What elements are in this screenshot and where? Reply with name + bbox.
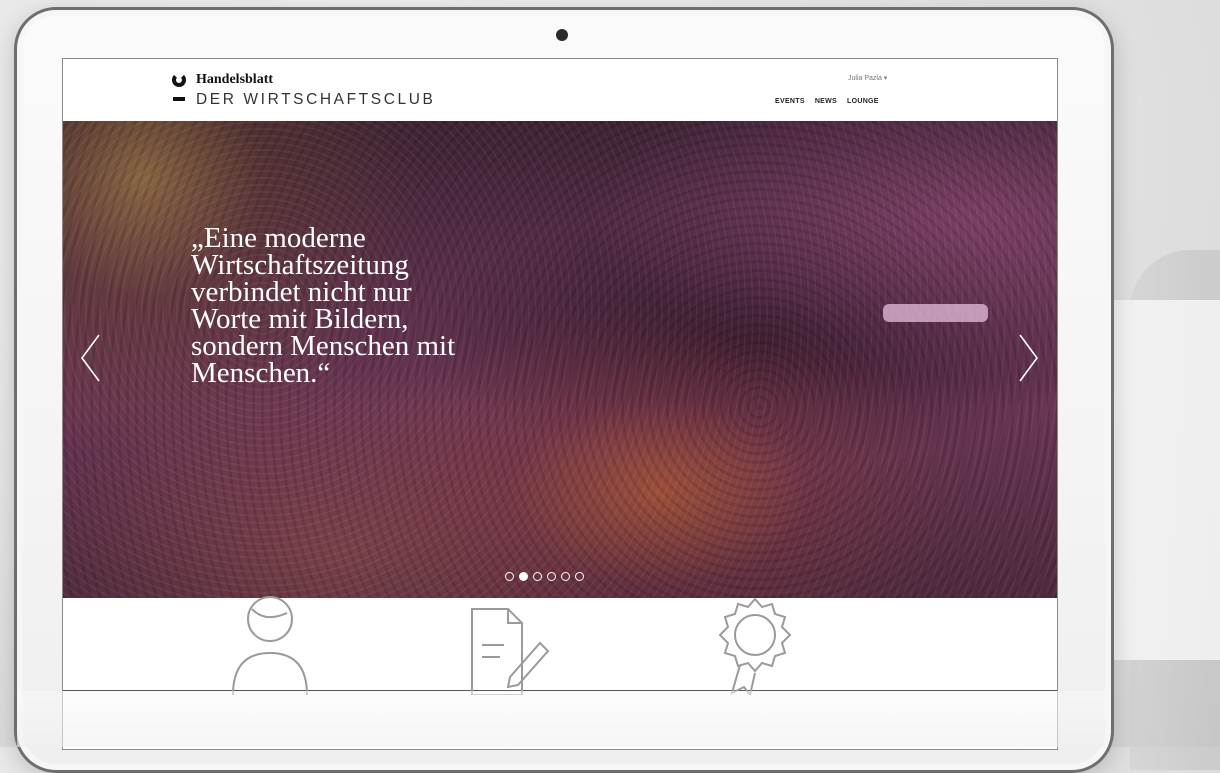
carousel-next-button[interactable]	[1018, 333, 1040, 383]
logo-bar	[173, 97, 185, 101]
brand-name[interactable]: Handelsblatt	[196, 72, 273, 88]
logo-icon[interactable]	[172, 73, 186, 107]
carousel-dot-active[interactable]	[519, 572, 528, 581]
carousel-dot[interactable]	[533, 572, 542, 581]
carousel-prev-button[interactable]	[79, 333, 101, 383]
hero-quote: „Eine moderne Wirtschaftszeitung verbind…	[191, 222, 456, 389]
nav-events[interactable]: EVENTS	[775, 98, 805, 105]
chevron-right-icon	[1019, 334, 1038, 382]
user-icon[interactable]	[225, 595, 315, 696]
tablet-screen: Handelsblatt DER WIRTSCHAFTSCLUB Julia P…	[62, 58, 1058, 750]
nav-lounge[interactable]: LOUNGE	[847, 98, 879, 105]
site-header: Handelsblatt DER WIRTSCHAFTSCLUB Julia P…	[63, 59, 1057, 121]
tablet-bezel-bottom	[17, 691, 1105, 747]
background-device	[1110, 300, 1220, 660]
document-edit-icon[interactable]	[460, 595, 550, 696]
carousel-dot[interactable]	[505, 572, 514, 581]
award-icon[interactable]	[710, 595, 800, 698]
carousel-dot[interactable]	[547, 572, 556, 581]
hero-carousel: „Eine moderne Wirtschaftszeitung verbind…	[63, 121, 1057, 598]
main-nav: EVENTS NEWS LOUNGE	[775, 98, 879, 105]
carousel-dot[interactable]	[561, 572, 570, 581]
brand-subtitle[interactable]: DER WIRTSCHAFTSCLUB	[196, 91, 435, 109]
carousel-dots	[505, 572, 584, 581]
chevron-left-icon	[81, 334, 100, 382]
user-menu[interactable]: Julia Pazla ▾	[848, 74, 887, 82]
stage-light	[883, 304, 988, 322]
nav-news[interactable]: NEWS	[815, 98, 837, 105]
carousel-dot[interactable]	[575, 572, 584, 581]
camera-icon	[556, 29, 568, 41]
logo-arc	[172, 73, 186, 87]
